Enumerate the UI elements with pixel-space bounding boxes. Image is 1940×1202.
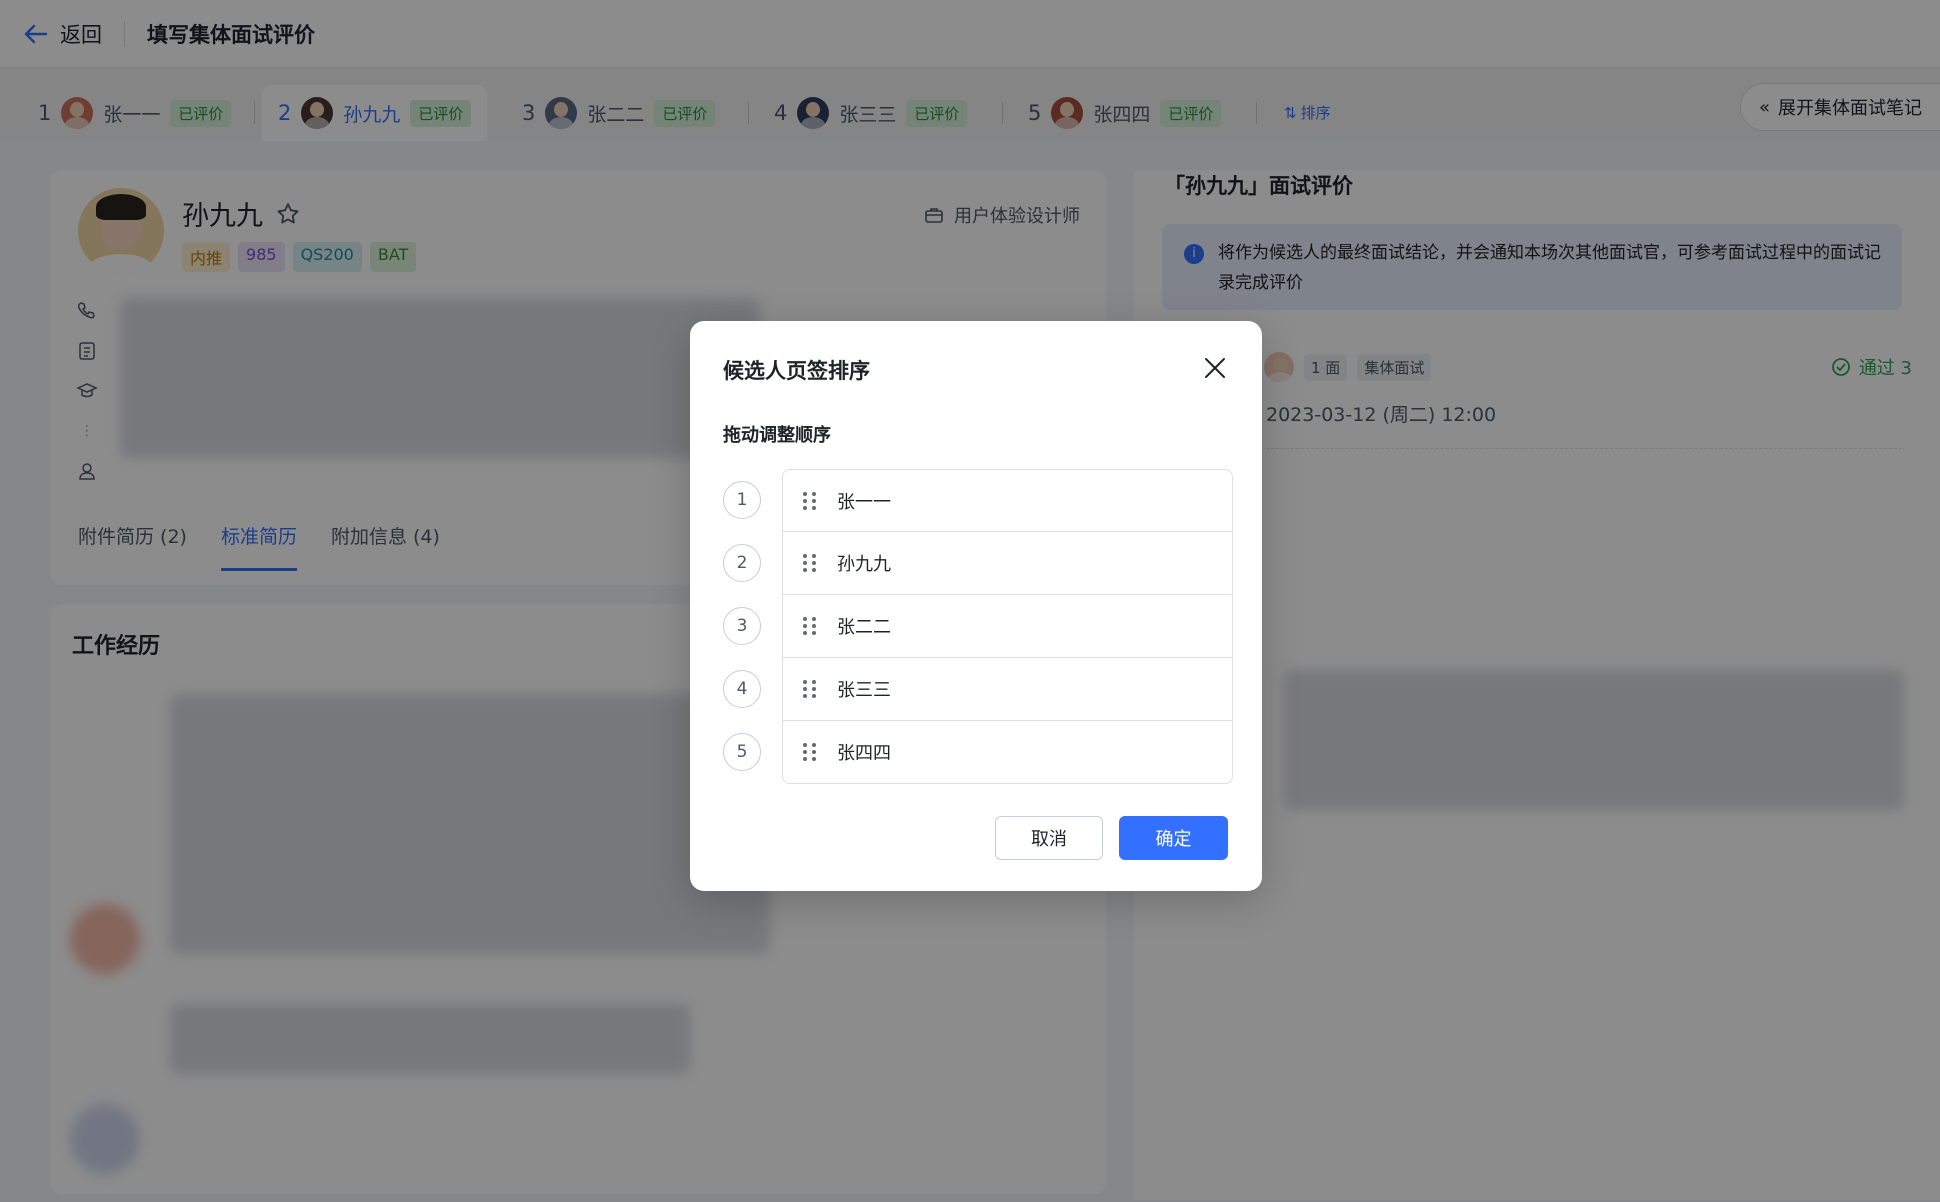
list-item[interactable]: 4 张三三 — [723, 658, 1233, 721]
draggable-item[interactable]: 张二二 — [782, 595, 1233, 658]
list-item[interactable]: 5 张四四 — [723, 721, 1233, 784]
item-name: 张三三 — [837, 680, 891, 701]
item-name: 张二二 — [837, 617, 891, 638]
order-number: 4 — [723, 670, 761, 708]
order-number: 5 — [723, 733, 761, 771]
draggable-item[interactable]: 张三三 — [782, 658, 1233, 721]
drag-handle-icon[interactable] — [803, 617, 817, 635]
sort-candidates-modal: 候选人页签排序 拖动调整顺序 1 张一一 2 孙九九 3 张二二 4 张三三 5… — [690, 321, 1262, 891]
order-number: 2 — [723, 544, 761, 582]
list-item[interactable]: 3 张二二 — [723, 595, 1233, 658]
draggable-item[interactable]: 孙九九 — [782, 532, 1233, 595]
order-number: 1 — [723, 481, 761, 519]
drag-handle-icon[interactable] — [803, 491, 817, 510]
drag-handle-icon[interactable] — [803, 743, 817, 761]
item-name: 张四四 — [837, 743, 891, 764]
modal-subtitle: 拖动调整顺序 — [723, 425, 831, 446]
order-number: 3 — [723, 607, 761, 645]
close-icon[interactable] — [1202, 355, 1228, 381]
cancel-button[interactable]: 取消 — [995, 816, 1103, 860]
drag-handle-icon[interactable] — [803, 554, 817, 572]
list-item[interactable]: 2 孙九九 — [723, 532, 1233, 595]
item-name: 张一一 — [837, 491, 891, 513]
list-item[interactable]: 1 张一一 — [723, 469, 1233, 532]
drag-handle-icon[interactable] — [803, 680, 817, 698]
draggable-item[interactable]: 张四四 — [782, 721, 1233, 784]
modal-title: 候选人页签排序 — [723, 359, 870, 383]
item-name: 孙九九 — [837, 554, 891, 575]
confirm-button[interactable]: 确定 — [1119, 816, 1228, 860]
draggable-item[interactable]: 张一一 — [782, 469, 1233, 532]
